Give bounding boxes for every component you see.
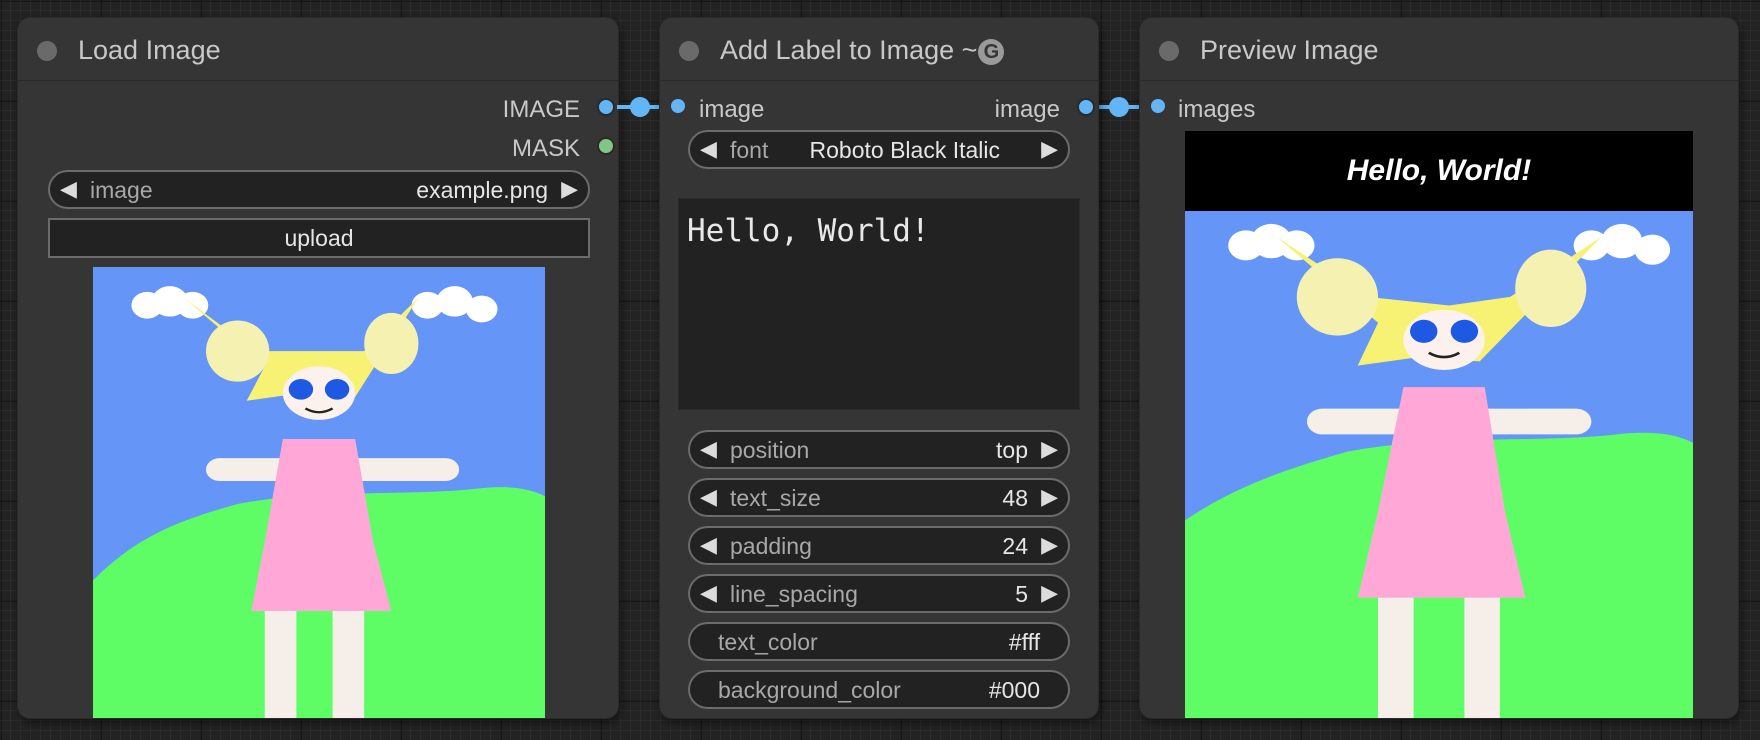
node-header[interactable]: Add Label to Image ~ G (660, 18, 1098, 81)
preview-image-node[interactable]: Preview Image images Hello, World! (1140, 18, 1738, 718)
background-color-widget[interactable]: background_color #000 (688, 670, 1070, 709)
text-size-number-widget[interactable]: ◀ text_size 48 ▶ (688, 478, 1070, 517)
node-title: Load Image (78, 35, 221, 65)
font-combo-widget[interactable]: ◀ font Roboto Black Italic ▶ (688, 130, 1070, 169)
output-label-mask: MASK (511, 135, 580, 162)
text-color-widget[interactable]: text_color #fff (688, 622, 1070, 661)
right-arrow-icon[interactable]: ▶ (1041, 532, 1058, 558)
left-arrow-icon[interactable]: ◀ (700, 580, 717, 606)
link-midpoint-dot[interactable] (630, 97, 650, 117)
input-label-images: images (1178, 96, 1256, 123)
node-title: Add Label to Image ~ G (720, 35, 1005, 66)
widget-name: image (90, 177, 153, 203)
widget-value: 5 (1015, 581, 1028, 607)
widget-name: text_color (718, 629, 818, 655)
left-arrow-icon[interactable]: ◀ (700, 136, 717, 162)
padding-number-widget[interactable]: ◀ padding 24 ▶ (688, 526, 1070, 565)
preview-label-text: Hello, World! (1346, 154, 1532, 187)
image-combo-widget[interactable]: ◀ image example.png ▶ (48, 170, 590, 209)
widget-name: font (730, 137, 769, 163)
output-label-image: image (994, 96, 1060, 123)
label-text-input[interactable]: Hello, World! (678, 198, 1080, 410)
preview-image: Hello, World! (1185, 131, 1693, 718)
upload-button[interactable]: upload (48, 218, 590, 258)
left-arrow-icon[interactable]: ◀ (700, 532, 717, 558)
left-arrow-icon[interactable]: ◀ (60, 176, 77, 202)
widget-name: text_size (730, 485, 821, 511)
position-combo-widget[interactable]: ◀ position top ▶ (688, 430, 1070, 469)
right-arrow-icon[interactable]: ▶ (561, 176, 578, 202)
output-slot-image[interactable] (597, 98, 615, 116)
collapse-dot-icon[interactable] (1159, 41, 1179, 61)
left-arrow-icon[interactable]: ◀ (700, 436, 717, 462)
widget-name: position (730, 437, 810, 463)
widget-value: #000 (988, 677, 1040, 703)
output-slot-mask[interactable] (597, 137, 615, 155)
collapse-dot-icon[interactable] (37, 41, 57, 61)
right-arrow-icon[interactable]: ▶ (1041, 484, 1058, 510)
node-title-text: Add Label to Image ~ (720, 35, 978, 65)
widget-value: #fff (1008, 629, 1040, 655)
widget-value: 24 (1002, 533, 1028, 559)
preview-label-band: Hello, World! (1185, 131, 1693, 211)
right-arrow-icon[interactable]: ▶ (1041, 436, 1058, 462)
widget-name: padding (730, 533, 812, 559)
output-label-image: IMAGE (502, 96, 580, 123)
widget-value: top (996, 437, 1028, 463)
widget-name: background_color (718, 677, 901, 703)
loaded-image-thumbnail (93, 267, 545, 718)
widget-name: line_spacing (730, 581, 858, 607)
right-arrow-icon[interactable]: ▶ (1041, 136, 1058, 162)
load-image-node[interactable]: Load Image IMAGE MASK ◀ image example.pn… (18, 18, 618, 718)
node-header[interactable]: Preview Image (1140, 18, 1738, 81)
node-title: Preview Image (1200, 35, 1379, 65)
widget-value: example.png (416, 177, 548, 203)
widget-value: 48 (1002, 485, 1028, 511)
input-slot-images[interactable] (1151, 99, 1165, 113)
collapse-dot-icon[interactable] (679, 41, 699, 61)
input-label-image: image (699, 96, 765, 123)
node-header[interactable]: Load Image (18, 18, 618, 81)
line-spacing-number-widget[interactable]: ◀ line_spacing 5 ▶ (688, 574, 1070, 613)
add-label-node[interactable]: Add Label to Image ~ G image image ◀ font… (660, 18, 1098, 718)
output-slot-image[interactable] (1077, 98, 1095, 116)
left-arrow-icon[interactable]: ◀ (700, 484, 717, 510)
input-slot-image[interactable] (671, 99, 685, 113)
preview-drawing (1185, 211, 1693, 718)
link-midpoint-dot[interactable] (1109, 97, 1129, 117)
g-badge-icon: G (978, 38, 1005, 65)
right-arrow-icon[interactable]: ▶ (1041, 580, 1058, 606)
widget-value: Roboto Black Italic (809, 137, 1000, 163)
